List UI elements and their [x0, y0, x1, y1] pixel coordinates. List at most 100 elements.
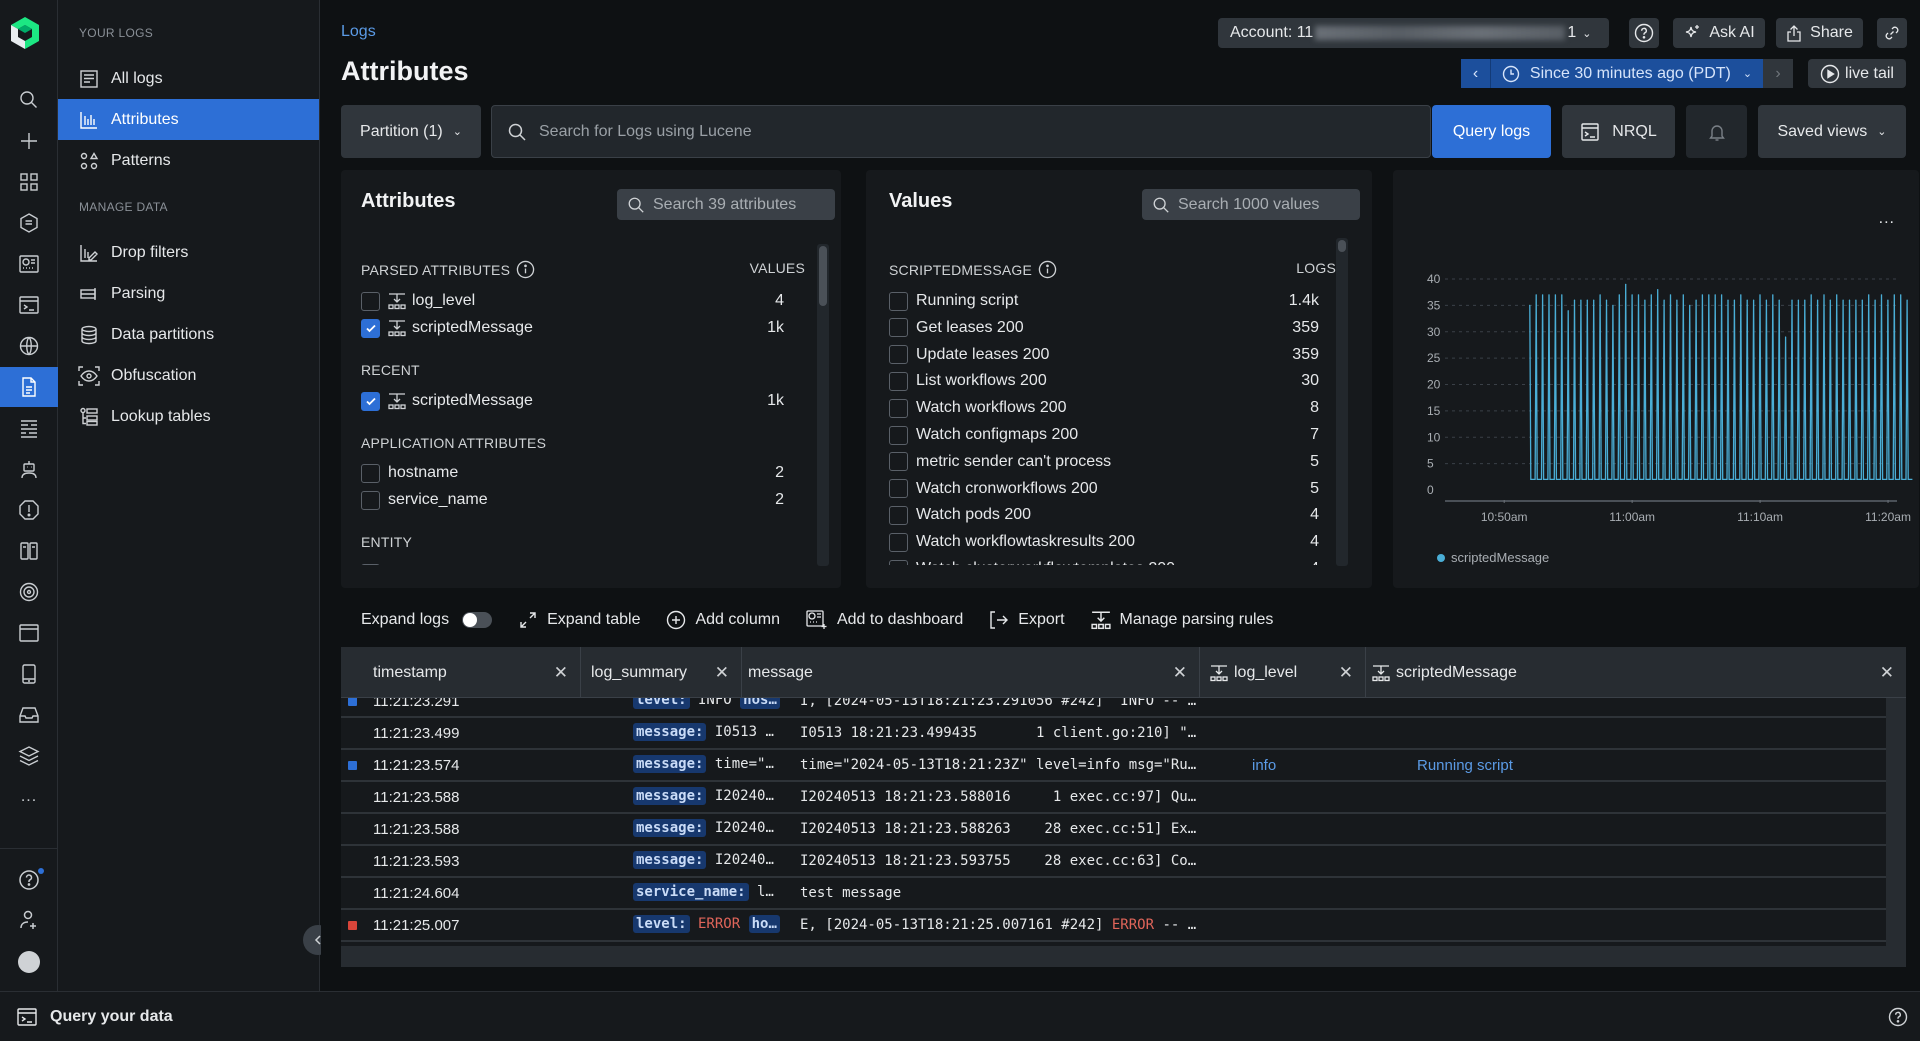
- lucene-search-input[interactable]: Search for Logs using Lucene: [491, 105, 1431, 158]
- sidebar-item-drop-filters[interactable]: Drop filters: [58, 232, 319, 273]
- attribute-row-log-level[interactable]: log_level 4: [361, 290, 806, 312]
- copy-link-button[interactable]: [1877, 18, 1907, 48]
- rail-item-apps-grid[interactable]: [0, 162, 58, 202]
- value-checkbox[interactable]: [889, 398, 908, 418]
- table-row[interactable]: 11:21:24.604 service_name: l… test message: [341, 878, 1886, 910]
- value-checkbox[interactable]: [889, 345, 908, 365]
- attribute-row-partial[interactable]: [361, 562, 806, 565]
- close-icon[interactable]: ✕: [1880, 663, 1894, 683]
- table-row[interactable]: 11:21:23.588 message: I20240… I20240513 18…: [341, 814, 1886, 846]
- value-row[interactable]: Watch pods 200 4: [889, 504, 1329, 526]
- value-row[interactable]: Get leases 200 359: [889, 317, 1329, 339]
- cell-log-level[interactable]: info: [1252, 757, 1276, 774]
- cell-scripted-message[interactable]: Running script: [1417, 757, 1513, 774]
- new-relic-logo-icon[interactable]: [10, 16, 40, 50]
- value-row[interactable]: List workflows 200 30: [889, 370, 1329, 392]
- table-vertical-scrollbar[interactable]: [1886, 698, 1906, 946]
- query-logs-button[interactable]: Query logs: [1432, 105, 1551, 158]
- table-row[interactable]: 11:21:23.499 message: I0513 … I0513 18:21:…: [341, 718, 1886, 750]
- value-checkbox[interactable]: [889, 425, 908, 445]
- saved-views-button[interactable]: Saved views ⌄: [1758, 105, 1906, 158]
- value-row[interactable]: metric sender can't process 5: [889, 451, 1329, 473]
- column-header-log-level[interactable]: log_level ✕: [1200, 647, 1366, 698]
- partition-dropdown[interactable]: Partition (1) ⌄: [341, 105, 481, 158]
- rail-item-dashboards[interactable]: [0, 244, 58, 284]
- attribute-checkbox[interactable]: [361, 291, 380, 311]
- value-row[interactable]: Watch cronworkflows 200 5: [889, 478, 1329, 500]
- share-button[interactable]: Share: [1776, 18, 1863, 48]
- help-icon[interactable]: [1888, 1007, 1908, 1027]
- query-your-data-bar[interactable]: Query your data: [0, 991, 1920, 1041]
- rail-item-browser[interactable]: [0, 613, 58, 653]
- rail-item-mobile[interactable]: [0, 654, 58, 694]
- attribute-checkbox-checked[interactable]: [361, 318, 380, 338]
- rail-item-globe[interactable]: [0, 326, 58, 366]
- attributes-scrollbar[interactable]: [817, 244, 829, 566]
- rail-item-columns[interactable]: [0, 531, 58, 571]
- attribute-checkbox[interactable]: [361, 563, 380, 565]
- column-header-log-summary[interactable]: log_summary ✕: [581, 647, 742, 698]
- close-icon[interactable]: ✕: [1339, 663, 1353, 683]
- attribute-checkbox[interactable]: [361, 463, 380, 483]
- table-row[interactable]: 11:21:23.574 message: time="… time="2024-0…: [341, 750, 1886, 782]
- toggle-switch[interactable]: [462, 612, 493, 628]
- close-icon[interactable]: ✕: [1173, 663, 1187, 683]
- nrql-button[interactable]: NRQL: [1562, 105, 1675, 158]
- info-icon[interactable]: [516, 260, 535, 279]
- value-row[interactable]: Watch workflows 200 8: [889, 397, 1329, 419]
- column-header-message[interactable]: message ✕: [742, 647, 1200, 698]
- rail-item-entities[interactable]: [0, 203, 58, 243]
- value-checkbox[interactable]: [889, 371, 908, 391]
- attribute-checkbox[interactable]: [361, 490, 380, 510]
- sidebar-item-obfuscation[interactable]: Obfuscation: [58, 355, 319, 396]
- table-row[interactable]: 11:21:23.593 message: I20240… I20240513 18…: [341, 846, 1886, 878]
- attributes-scroll-thumb[interactable]: [819, 246, 827, 306]
- ask-ai-button[interactable]: Ask AI: [1673, 18, 1765, 48]
- value-checkbox[interactable]: [889, 452, 908, 472]
- values-scrollbar[interactable]: [1336, 238, 1348, 566]
- close-icon[interactable]: ✕: [554, 663, 568, 683]
- value-row[interactable]: Watch workflowtaskresults 200 4: [889, 531, 1329, 553]
- account-selector[interactable]: Account: 11 1 ⌄: [1218, 18, 1609, 48]
- value-row[interactable]: Watch configmaps 200 7: [889, 424, 1329, 446]
- time-range-selector[interactable]: Since 30 minutes ago (PDT) ⌄: [1491, 59, 1763, 88]
- table-row[interactable]: 11:21:25.007 level: ERROR ho… E, [2024-05-…: [341, 910, 1886, 942]
- attribute-row-recent-scriptedmessage[interactable]: scriptedMessage 1k: [361, 390, 806, 412]
- attribute-row-hostname[interactable]: hostname 2: [361, 462, 806, 484]
- breadcrumb[interactable]: Logs: [341, 23, 376, 41]
- rail-item-inbox[interactable]: [0, 695, 58, 735]
- user-avatar-button[interactable]: [0, 942, 58, 982]
- sidebar-item-data-partitions[interactable]: Data partitions: [58, 314, 319, 355]
- column-header-scriptedmessage[interactable]: scriptedMessage ✕: [1366, 647, 1906, 698]
- value-row[interactable]: Update leases 200 359: [889, 344, 1329, 366]
- values-scroll-thumb[interactable]: [1338, 240, 1346, 252]
- add-to-dashboard-button[interactable]: Add to dashboard: [806, 610, 963, 630]
- sidebar-item-attributes[interactable]: Attributes: [58, 99, 319, 140]
- table-row[interactable]: 11:21:23.291 level: INFO hos… I, [2024-05-…: [341, 698, 1886, 718]
- close-icon[interactable]: ✕: [715, 663, 729, 683]
- add-user-button[interactable]: [0, 900, 58, 940]
- manage-parsing-rules-button[interactable]: Manage parsing rules: [1090, 610, 1273, 630]
- table-horizontal-scrollbar[interactable]: [341, 946, 1906, 967]
- value-checkbox[interactable]: [889, 532, 908, 552]
- rail-item-logs-document[interactable]: [0, 367, 58, 407]
- rail-item-target[interactable]: [0, 572, 58, 612]
- create-alert-button[interactable]: [1686, 105, 1747, 158]
- value-row[interactable]: Watch clusterworkflowtemplates 200 4: [889, 558, 1329, 565]
- add-column-button[interactable]: Add column: [666, 610, 780, 630]
- help-button[interactable]: [1629, 18, 1659, 48]
- rail-item-layers[interactable]: [0, 736, 58, 776]
- column-header-timestamp[interactable]: timestamp ✕: [341, 647, 581, 698]
- value-checkbox[interactable]: [889, 318, 908, 338]
- value-checkbox[interactable]: [889, 559, 908, 565]
- time-next-button[interactable]: ›: [1763, 59, 1793, 88]
- attribute-row-service-name[interactable]: service_name 2: [361, 489, 806, 511]
- expand-logs-toggle[interactable]: Expand logs: [361, 611, 493, 629]
- value-checkbox[interactable]: [889, 505, 908, 525]
- sidebar-item-lookup-tables[interactable]: Lookup tables: [58, 396, 319, 437]
- chart-legend[interactable]: scriptedMessage: [1437, 550, 1549, 565]
- sidebar-item-patterns[interactable]: Patterns: [58, 140, 319, 181]
- rail-item-query-terminal[interactable]: [0, 285, 58, 325]
- export-button[interactable]: Export: [989, 610, 1065, 630]
- table-row[interactable]: 11:21:23.588 message: I20240… I20240513 18…: [341, 782, 1886, 814]
